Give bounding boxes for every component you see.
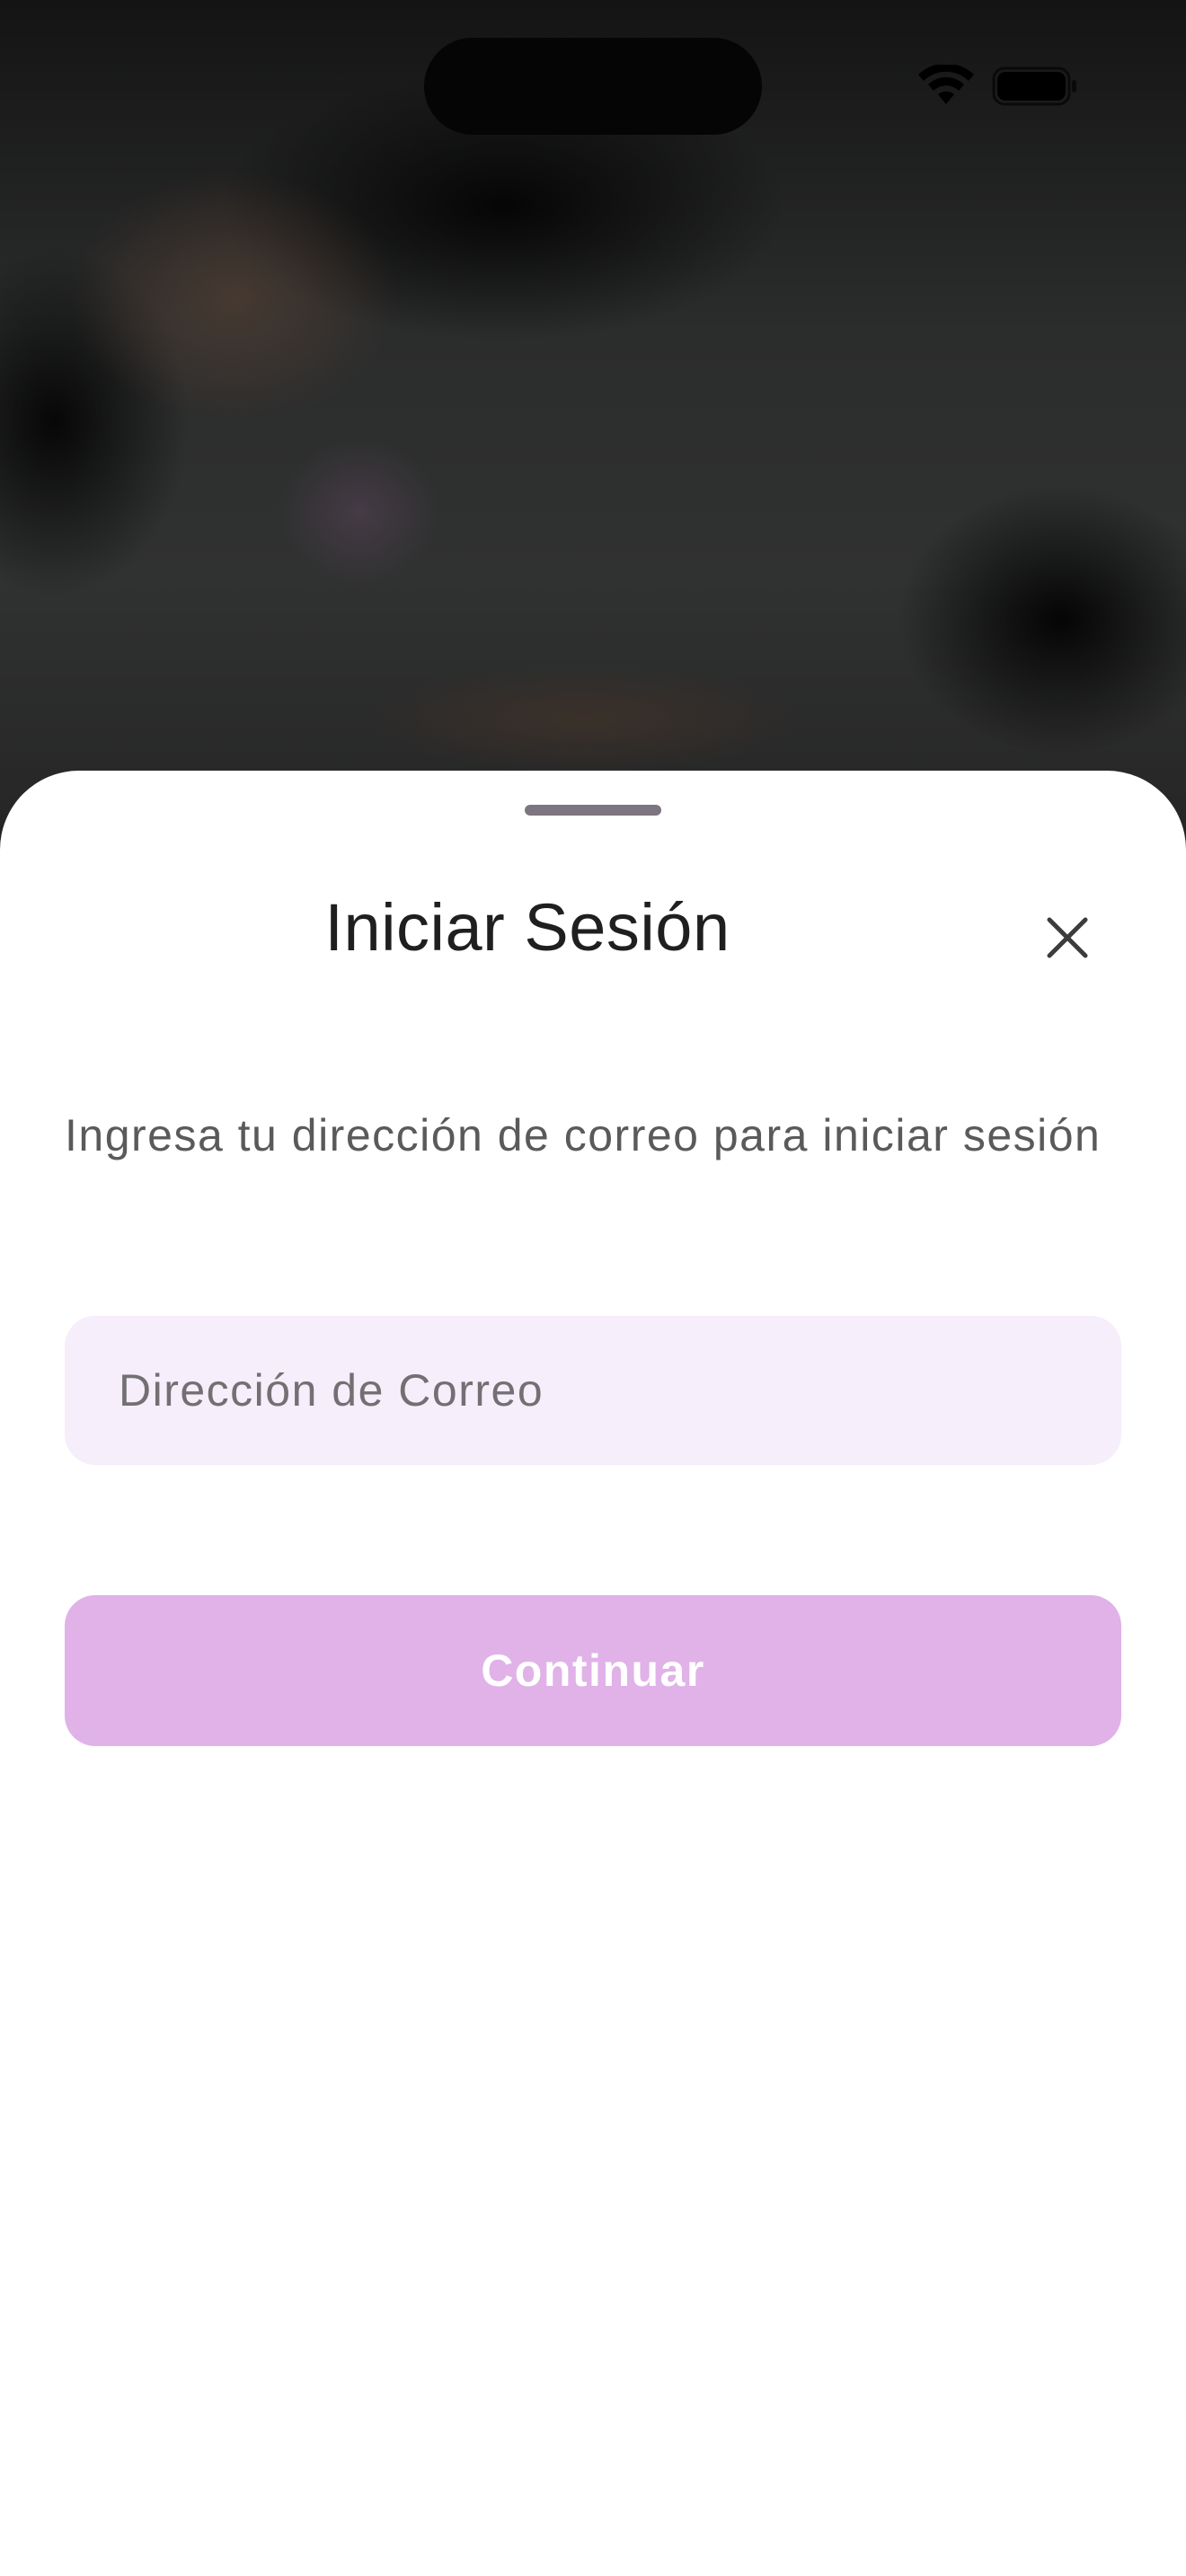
dynamic-island xyxy=(424,38,762,135)
wifi-icon xyxy=(918,65,974,104)
sheet-grabber[interactable] xyxy=(525,805,661,816)
close-icon xyxy=(1047,917,1088,958)
app-screen: Iniciar Sesión Ingresa tu dirección de c… xyxy=(0,0,1186,2576)
continue-button[interactable]: Continuar xyxy=(65,1595,1121,1746)
battery-icon xyxy=(992,66,1076,106)
close-button[interactable] xyxy=(1031,902,1103,974)
login-bottom-sheet: Iniciar Sesión Ingresa tu dirección de c… xyxy=(0,771,1186,2576)
email-field[interactable] xyxy=(65,1316,1121,1465)
sheet-subtitle: Ingresa tu dirección de correo para inic… xyxy=(65,1110,1102,1160)
sheet-title: Iniciar Sesión xyxy=(324,890,730,965)
status-bar xyxy=(0,0,1186,135)
